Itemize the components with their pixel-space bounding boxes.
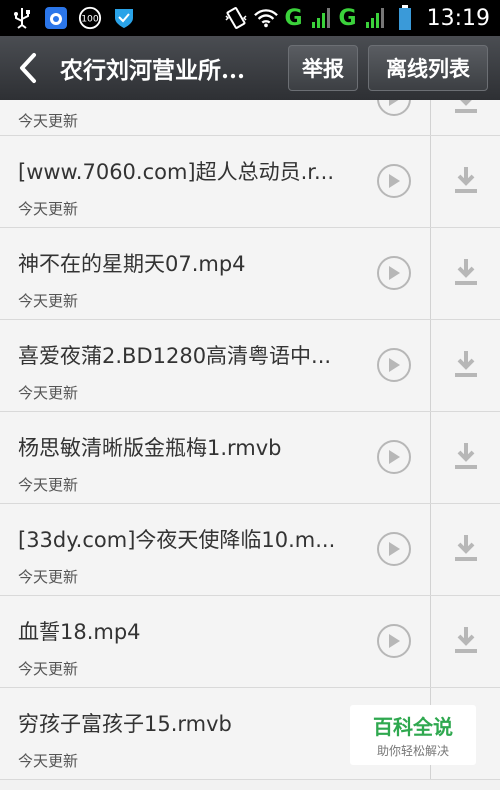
list-item[interactable]: [33dy.com]今夜天使降临10.m... 今天更新 bbox=[0, 504, 500, 596]
baidu-icon bbox=[44, 6, 68, 30]
list-item-subtitle: 今天更新 bbox=[18, 660, 79, 678]
list-item-subtitle: 今天更新 bbox=[18, 384, 79, 402]
list-item[interactable]: 今天更新 bbox=[0, 100, 500, 136]
download-icon[interactable] bbox=[452, 344, 480, 384]
watermark-logo: 百科全说 助你轻松解决 bbox=[350, 705, 476, 765]
vibrate-icon bbox=[224, 6, 248, 30]
download-icon[interactable] bbox=[452, 528, 480, 568]
divider bbox=[430, 100, 431, 135]
page-title: 农行刘河营业所... bbox=[60, 57, 246, 84]
divider bbox=[430, 136, 431, 227]
play-icon[interactable] bbox=[377, 440, 411, 474]
list-item[interactable]: 喜爱夜蒲2.BD1280高清粤语中... 今天更新 bbox=[0, 320, 500, 412]
list-item-subtitle: 今天更新 bbox=[18, 568, 79, 586]
watermark-main: 百科全说 bbox=[373, 715, 453, 739]
list-item[interactable]: 神不在的星期天07.mp4 今天更新 bbox=[0, 228, 500, 320]
download-icon[interactable] bbox=[452, 620, 480, 660]
divider bbox=[430, 596, 431, 687]
list-item-title: [33dy.com]今夜天使降临10.m... bbox=[18, 528, 336, 552]
divider bbox=[430, 412, 431, 503]
download-icon[interactable] bbox=[452, 160, 480, 200]
play-icon[interactable] bbox=[377, 100, 411, 116]
list-item-subtitle: 今天更新 bbox=[18, 200, 79, 218]
list-item[interactable]: 杨思敏清晰版金瓶梅1.rmvb 今天更新 bbox=[0, 412, 500, 504]
signal2-icon bbox=[363, 6, 387, 30]
divider bbox=[430, 228, 431, 319]
report-button[interactable]: 举报 bbox=[288, 45, 358, 91]
offline-list-button[interactable]: 离线列表 bbox=[368, 45, 488, 91]
list-item-title: 血誓18.mp4 bbox=[18, 620, 141, 644]
list-item-subtitle: 今天更新 bbox=[18, 752, 79, 770]
divider bbox=[430, 320, 431, 411]
download-icon[interactable] bbox=[452, 100, 480, 120]
back-arrow-icon bbox=[20, 53, 36, 83]
list-item-subtitle: 今天更新 bbox=[18, 112, 79, 130]
battery-icon bbox=[393, 5, 417, 30]
play-icon[interactable] bbox=[377, 624, 411, 658]
title-bar: 农行刘河营业所... 举报 离线列表 bbox=[0, 36, 500, 100]
list-item-title: [www.7060.com]超人总动员.r... bbox=[18, 160, 335, 184]
list-item[interactable]: [www.7060.com]超人总动员.r... 今天更新 bbox=[0, 136, 500, 228]
clock: 13:19 bbox=[426, 5, 490, 31]
play-icon[interactable] bbox=[377, 164, 411, 198]
list-item-subtitle: 今天更新 bbox=[18, 476, 79, 494]
shield-icon bbox=[112, 6, 136, 30]
network-type-1: G bbox=[284, 5, 303, 31]
signal-icon bbox=[309, 6, 333, 30]
list-item[interactable]: 血誓18.mp4 今天更新 bbox=[0, 596, 500, 688]
play-icon[interactable] bbox=[377, 348, 411, 382]
watermark-sub: 助你轻松解决 bbox=[376, 744, 449, 758]
wifi-icon bbox=[254, 6, 279, 30]
status-bar: 100 G G 13:19 bbox=[0, 0, 500, 36]
play-icon[interactable] bbox=[377, 532, 411, 566]
list-item-title: 杨思敏清晰版金瓶梅1.rmvb bbox=[18, 436, 282, 460]
network-type-2: G bbox=[338, 5, 357, 31]
play-icon[interactable] bbox=[377, 256, 411, 290]
download-icon[interactable] bbox=[452, 436, 480, 476]
list-item-title: 穷孩子富孩子15.rmvb bbox=[18, 712, 232, 736]
back-button[interactable] bbox=[10, 44, 46, 92]
svg-text:100: 100 bbox=[81, 14, 99, 25]
download-icon[interactable] bbox=[452, 252, 480, 292]
list-item-title: 喜爱夜蒲2.BD1280高清粤语中... bbox=[18, 344, 332, 368]
video-list: 今天更新 [www.7060.com]超人总动员.r... 今天更新 神不在的星… bbox=[0, 100, 500, 780]
divider bbox=[430, 504, 431, 595]
battery-saver-icon: 100 bbox=[78, 6, 102, 30]
list-item-title: 神不在的星期天07.mp4 bbox=[18, 252, 246, 276]
list-item-subtitle: 今天更新 bbox=[18, 292, 79, 310]
usb-icon bbox=[10, 6, 34, 30]
